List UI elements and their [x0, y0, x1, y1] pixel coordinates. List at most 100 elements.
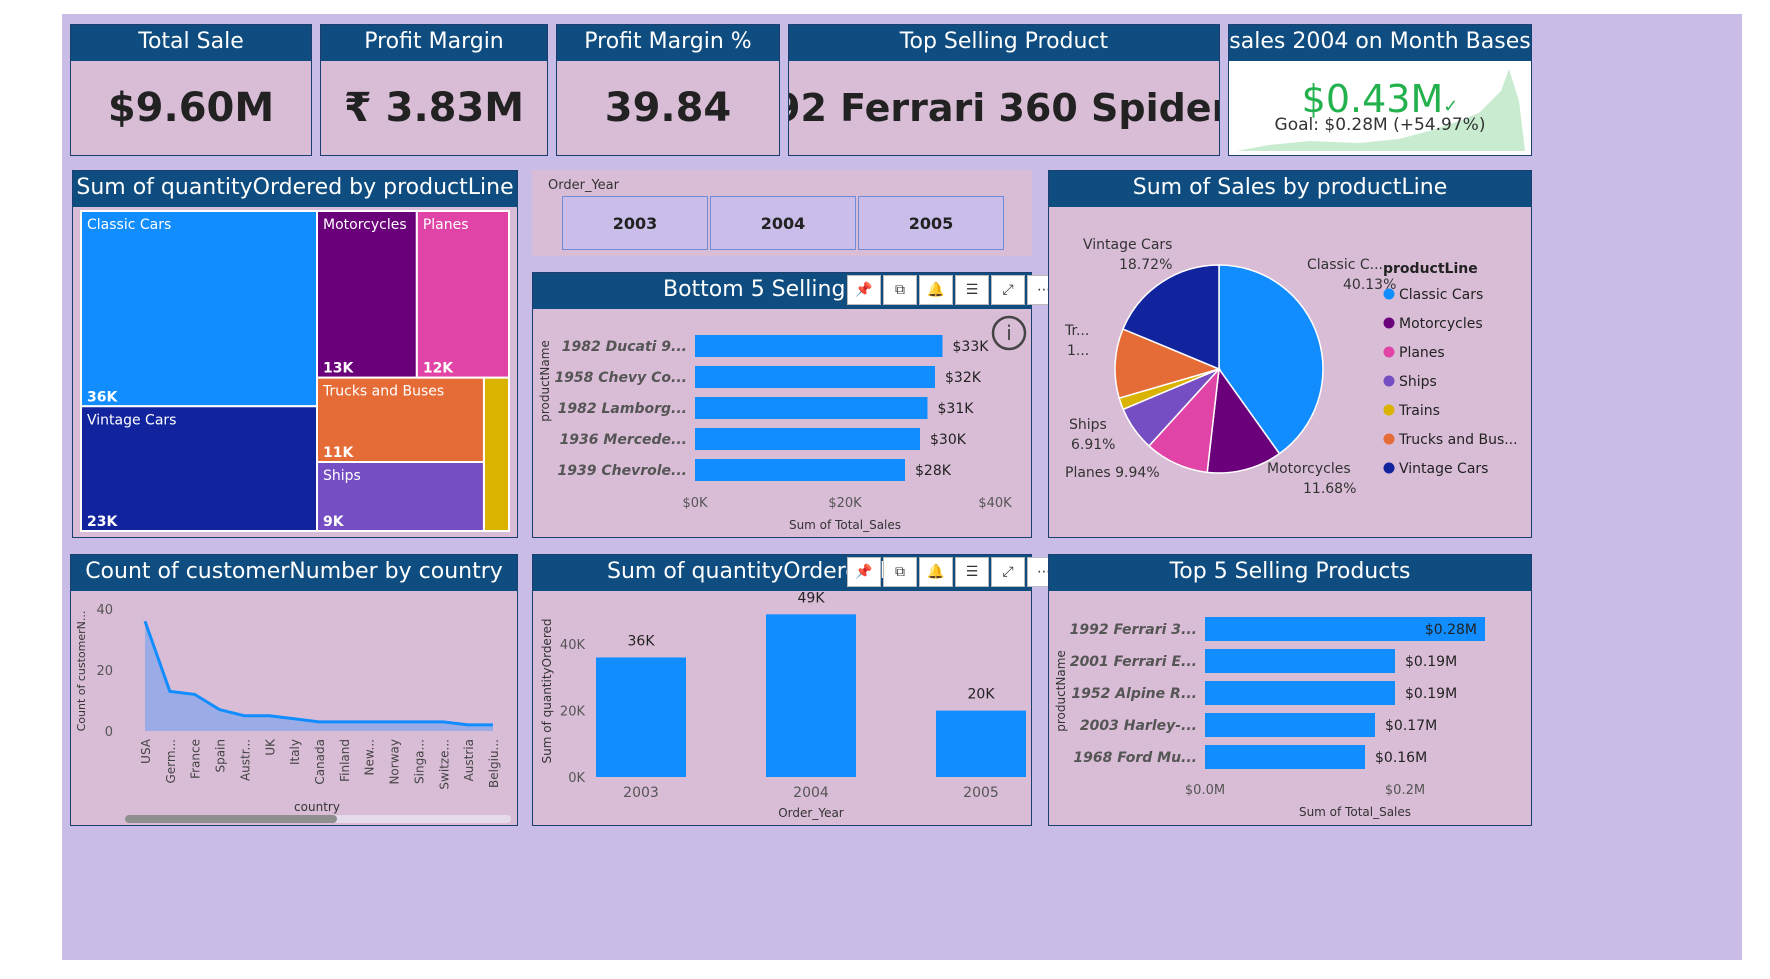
kpi-sparkline-area: $0.43M✓ Goal: $0.28M (+54.97%)	[1229, 61, 1531, 155]
legend-entry: Classic Cars	[1399, 287, 1483, 303]
x-tick-label: USA	[139, 738, 153, 764]
expand-icon[interactable]: ⤢	[991, 557, 1025, 587]
country-chart[interactable]: Count of customerN... 0 20 40 USA Germ... Fran…	[71, 591, 517, 825]
kpi-profit-margin[interactable]: Profit Margin ₹ 3.83M	[320, 24, 548, 156]
data-label: $32K	[945, 370, 982, 386]
kpi-sales-2004[interactable]: sales 2004 on Month Bases $0.43M✓ Goal: …	[1228, 24, 1532, 156]
kpi-top-selling-product[interactable]: Top Selling Product 1992 Ferrari 360 Spi…	[788, 24, 1220, 156]
pie-data-label: Ships	[1069, 417, 1107, 433]
y-tick-label: 40K	[560, 638, 586, 653]
category-label: 1992 Ferrari 3...	[1070, 622, 1197, 638]
y-tick-label: 40	[96, 603, 113, 618]
data-label: $0.16M	[1375, 750, 1427, 766]
chart-title: Top 5 Selling Products	[1049, 555, 1531, 591]
slicer-option-2005[interactable]: 2005	[858, 196, 1004, 250]
bell-icon[interactable]: 🔔	[919, 557, 953, 587]
legend-entry: Trucks and Bus...	[1398, 432, 1518, 448]
expand-icon[interactable]: ⤢	[991, 275, 1025, 305]
category-label: 1939 Chevrole...	[558, 463, 687, 479]
pie-data-label: Motorcycles	[1267, 461, 1351, 477]
treemap-tile-value: 36K	[87, 389, 118, 405]
copy-icon[interactable]: ⧉	[883, 557, 917, 587]
bottom5-card[interactable]: Bottom 5 Selling Pr 📌 ⧉ 🔔 ☰ ⤢ ⋯ productN…	[532, 272, 1061, 538]
category-label: 1968 Ford Mu...	[1073, 750, 1197, 766]
scrollbar-thumb[interactable]	[125, 815, 337, 823]
order-year-slicer: Order_Year 2003 2004 2005	[532, 170, 1032, 256]
kpi-value: 1992 Ferrari 360 Spider ...	[789, 86, 1219, 130]
bar	[1205, 649, 1395, 673]
data-label: 20K	[968, 687, 996, 703]
data-label: $0.17M	[1385, 718, 1437, 734]
kpi-profit-margin-pct[interactable]: Profit Margin % 39.84	[556, 24, 780, 156]
treemap-tile-label: Classic Cars	[87, 217, 171, 233]
filter-icon[interactable]: ☰	[955, 557, 989, 587]
x-tick-label: Norway	[388, 739, 402, 785]
category-label: 1982 Lamborg...	[558, 401, 687, 417]
y-axis-title: Count of customerN...	[75, 611, 88, 732]
treemap-tile	[482, 376, 510, 532]
goal-text: Goal: $0.28M (+54.97%)	[1274, 115, 1486, 135]
check-icon: ✓	[1443, 96, 1459, 117]
x-tick-label: $20K	[828, 496, 862, 511]
bell-icon[interactable]: 🔔	[919, 275, 953, 305]
filter-icon[interactable]: ☰	[955, 275, 989, 305]
treemap-tile-value: 23K	[87, 514, 118, 530]
slicer-option-2003[interactable]: 2003	[562, 196, 708, 250]
visual-toolbar: 📌 ⧉ 🔔 ☰ ⤢ ⋯	[847, 275, 1061, 305]
pie-card[interactable]: Sum of Sales by productLine Classic C...…	[1048, 170, 1532, 538]
x-tick-label: $40K	[978, 496, 1012, 511]
treemap-tile-label: Ships	[323, 468, 361, 484]
pie-data-label-pct: 6.91%	[1071, 437, 1115, 453]
treemap-card[interactable]: Sum of quantityOrdered by productLine Cl…	[72, 170, 518, 538]
pin-icon[interactable]: 📌	[847, 275, 881, 305]
data-label: $28K	[915, 463, 952, 479]
kpi-value: $9.60M	[107, 85, 275, 131]
top5-card[interactable]: Top 5 Selling Products productName 1992 F…	[1048, 554, 1532, 826]
category-label: 1936 Mercede...	[560, 432, 687, 448]
x-tick-label: Germ...	[164, 739, 178, 784]
y-tick-label: 0	[105, 725, 113, 740]
copy-icon[interactable]: ⧉	[883, 275, 917, 305]
chart-title: Sum of quantityOrdered by productLine	[73, 171, 517, 207]
x-axis-title: Order_Year	[778, 806, 844, 820]
pie-chart[interactable]: Classic C...40.13%Motorcycles11.68%Plane…	[1049, 207, 1531, 537]
x-tick-label: Switze...	[437, 739, 451, 790]
y-axis-title: Sum of quantityOrdered	[540, 619, 554, 764]
legend-entry: Motorcycles	[1399, 316, 1483, 332]
x-tick-label: Belgiu...	[487, 739, 501, 788]
bar	[1205, 745, 1365, 769]
treemap-tile-label: Motorcycles	[323, 217, 407, 233]
qty-year-chart[interactable]: Sum of quantityOrdered 0K 20K 40K 36K 2003 49K…	[533, 591, 1031, 825]
country-card[interactable]: Count of customerNumber by country Count…	[70, 554, 518, 826]
category-label: 1982 Ducati 9...	[562, 339, 687, 355]
data-label: $31K	[938, 401, 975, 417]
pie-data-label: Classic C...	[1307, 257, 1383, 273]
x-axis-title: Sum of Total_Sales	[789, 518, 901, 532]
qty-year-card[interactable]: Sum of quantityOrdered by 📌 ⧉ 🔔 ☰ ⤢ ⋯ Su…	[532, 554, 1061, 826]
pin-icon[interactable]: 📌	[847, 557, 881, 587]
treemap-tile-value: 9K	[323, 514, 345, 530]
bar	[936, 710, 1026, 777]
x-tick-label: $0.0M	[1185, 783, 1225, 798]
bar	[695, 397, 928, 419]
pie-data-label-pct: 11.68%	[1303, 481, 1356, 497]
bar	[695, 366, 935, 388]
chart-title: Sum of Sales by productLine	[1049, 171, 1531, 207]
treemap-chart[interactable]: Classic Cars 36K Vintage Cars 23K Motorcycle…	[73, 207, 517, 537]
kpi-title: sales 2004 on Month Bases	[1229, 25, 1531, 61]
legend-marker	[1383, 404, 1395, 416]
pie-data-label-pct: 18.72%	[1119, 257, 1172, 273]
slicer-option-2004[interactable]: 2004	[710, 196, 856, 250]
x-tick-label: $0.2M	[1385, 783, 1425, 798]
x-tick-label: Italy	[288, 739, 302, 765]
data-label: $0.19M	[1405, 654, 1457, 670]
kpi-title: Top Selling Product	[789, 25, 1219, 61]
data-label: $33K	[953, 339, 990, 355]
top5-chart[interactable]: productName1992 Ferrari 3... $0.28M 2001 F…	[1049, 591, 1531, 825]
treemap-tile	[316, 210, 418, 379]
chart-title: Count of customerNumber by country	[71, 555, 517, 591]
kpi-total-sale[interactable]: Total Sale $9.60M	[70, 24, 312, 156]
bar	[695, 335, 943, 357]
pie-data-label: Tr...	[1064, 323, 1089, 339]
treemap-tile-value: 11K	[323, 445, 354, 461]
